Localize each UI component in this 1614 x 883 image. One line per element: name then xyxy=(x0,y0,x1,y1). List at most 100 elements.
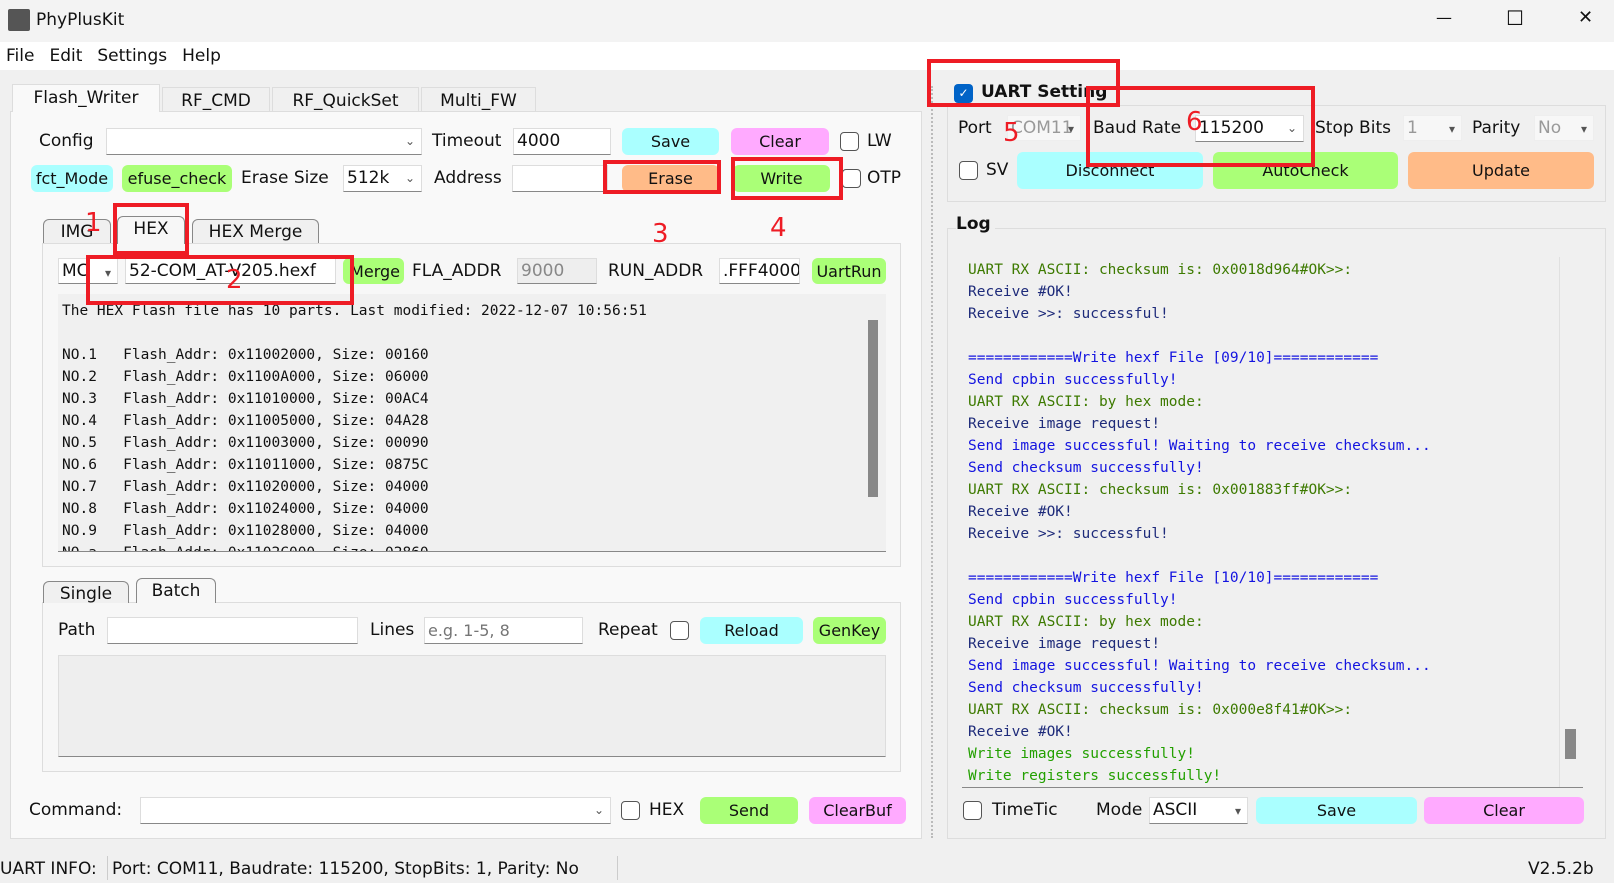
path-input[interactable] xyxy=(107,617,358,644)
lines-label: Lines xyxy=(370,620,415,640)
hex-info-line: NO.a Flash_Addr: 0x1102C000, Size: 02860 xyxy=(62,542,886,551)
menu-edit[interactable]: Edit xyxy=(49,46,82,66)
command-combo[interactable]: ⌄ xyxy=(140,797,611,824)
tab-flash-writer[interactable]: Flash_Writer xyxy=(12,84,160,112)
log-line: Send checksum successfully! xyxy=(968,460,1204,476)
save-log-button[interactable]: Save xyxy=(1256,797,1417,824)
uartrun-button[interactable]: UartRun xyxy=(812,258,886,284)
repeat-checkbox[interactable] xyxy=(670,621,689,640)
genkey-button[interactable]: GenKey xyxy=(813,617,886,644)
minimize-button[interactable]: — xyxy=(1436,8,1452,27)
timeout-label: Timeout xyxy=(432,131,502,151)
tab-multi-fw[interactable]: Multi_FW xyxy=(421,87,536,111)
clear-log-button[interactable]: Clear xyxy=(1424,797,1584,824)
hex-label: HEX xyxy=(649,800,685,820)
log-line: Receive #OK! xyxy=(968,284,1073,300)
mode-combo[interactable]: ASCII ▾ xyxy=(1149,797,1248,824)
log-textarea[interactable]: UART RX ASCII: checksum is: 0x0018d964#O… xyxy=(962,257,1583,788)
title-bar: PhyPlusKit — ☐ ✕ xyxy=(0,0,1614,42)
log-line: Send cpbin successfully! xyxy=(968,372,1178,388)
parity-combo[interactable]: No ▾ xyxy=(1534,115,1594,141)
dropdown-arrow-icon: ▾ xyxy=(1067,122,1074,136)
menu-help[interactable]: Help xyxy=(182,46,221,66)
timetic-label: TimeTic xyxy=(992,800,1058,820)
menu-settings[interactable]: Settings xyxy=(97,46,167,66)
stop-bits-combo[interactable]: 1 ▾ xyxy=(1403,115,1462,141)
version-label: V2.5.2b xyxy=(1528,859,1594,879)
subtab-single[interactable]: Single xyxy=(43,581,129,604)
send-button[interactable]: Send xyxy=(700,797,798,824)
fla-addr-input[interactable]: 9000 xyxy=(517,258,597,284)
subtab-hex-merge[interactable]: HEX Merge xyxy=(192,219,319,243)
lines-input[interactable] xyxy=(424,617,583,644)
erase-size-combo[interactable]: 512k ⌄ xyxy=(343,165,422,192)
stop-bits-label: Stop Bits xyxy=(1315,118,1391,138)
clear-config-button[interactable]: Clear xyxy=(731,128,829,155)
parity-value: No xyxy=(1538,118,1562,138)
chevron-down-icon: ⌄ xyxy=(404,134,415,148)
log-line: Receive #OK! xyxy=(968,724,1073,740)
lw-checkbox[interactable] xyxy=(840,132,859,151)
log-line: Receive >>: successful! xyxy=(968,526,1169,542)
log-title: Log xyxy=(956,211,995,238)
lw-label: LW xyxy=(867,131,892,151)
log-line: ============Write hexf File [10/10]=====… xyxy=(968,570,1379,586)
hex-checkbox[interactable] xyxy=(621,801,640,820)
save-config-button[interactable]: Save xyxy=(622,128,719,155)
timeout-input[interactable]: 4000 xyxy=(513,128,611,155)
window-title: PhyPlusKit xyxy=(36,10,125,30)
hex-info-line: NO.7 Flash_Addr: 0x11020000, Size: 04000 xyxy=(62,479,429,495)
hex-info-line: NO.9 Flash_Addr: 0x11028000, Size: 04000 xyxy=(62,523,429,539)
tab-rf-quickset[interactable]: RF_QuickSet xyxy=(272,87,419,111)
tab-rf-cmd[interactable]: RF_CMD xyxy=(162,87,270,111)
command-label: Command: xyxy=(29,800,123,820)
log-line: UART RX ASCII: checksum is: 0x000e8f41#O… xyxy=(968,702,1353,718)
log-line: Write images successfully! xyxy=(968,746,1195,762)
subtab-batch[interactable]: Batch xyxy=(136,578,216,603)
port-label: Port xyxy=(958,118,992,138)
address-input[interactable] xyxy=(512,165,608,192)
sv-checkbox[interactable] xyxy=(959,161,978,180)
batch-textarea[interactable] xyxy=(58,655,886,757)
scrollbar-track[interactable] xyxy=(1559,257,1560,787)
efuse-check-button[interactable]: efuse_check xyxy=(122,165,232,192)
log-line: Receive image request! xyxy=(968,636,1161,652)
config-combo[interactable]: ⌄ xyxy=(106,128,422,155)
hex-info-line: NO.2 Flash_Addr: 0x1100A000, Size: 06000 xyxy=(62,369,429,385)
scrollbar-thumb[interactable] xyxy=(1565,729,1576,759)
annotation-number-4: 4 xyxy=(770,213,787,243)
log-line: Send image successful! Waiting to receiv… xyxy=(968,438,1431,454)
fct-mode-button[interactable]: fct_Mode xyxy=(31,165,113,192)
hex-info-textarea[interactable]: The HEX Flash file has 10 parts. Last mo… xyxy=(58,294,886,552)
status-label: UART INFO: xyxy=(0,859,97,879)
maximize-button[interactable]: ☐ xyxy=(1506,6,1524,30)
address-label: Address xyxy=(434,168,502,188)
hex-info-line: NO.8 Flash_Addr: 0x11024000, Size: 04000 xyxy=(62,501,429,517)
dropdown-arrow-icon: ▾ xyxy=(1234,804,1241,818)
fla-addr-label: FLA_ADDR xyxy=(412,261,502,281)
log-line: UART RX ASCII: by hex mode: xyxy=(968,394,1204,410)
app-icon xyxy=(8,9,30,31)
timetic-checkbox[interactable] xyxy=(963,801,982,820)
update-button[interactable]: Update xyxy=(1408,152,1594,189)
run-addr-input[interactable]: .FFF4000 xyxy=(719,258,800,284)
reload-button[interactable]: Reload xyxy=(700,617,803,644)
hex-info-line: NO.4 Flash_Addr: 0x11005000, Size: 04A28 xyxy=(62,413,429,429)
status-divider xyxy=(617,856,618,880)
annotation-number-3: 3 xyxy=(652,219,669,249)
annotation-number-6: 6 xyxy=(1186,107,1203,137)
erase-size-value: 512k xyxy=(347,168,390,188)
log-line: Send cpbin successfully! xyxy=(968,592,1178,608)
close-button[interactable]: ✕ xyxy=(1578,7,1593,28)
clearbuf-button[interactable]: ClearBuf xyxy=(809,797,906,824)
annotation-number-2: 2 xyxy=(226,265,243,295)
splitter-handle[interactable] xyxy=(931,86,934,838)
log-line: Write registers successfully! xyxy=(968,768,1222,784)
otp-checkbox[interactable] xyxy=(842,169,861,188)
menu-file[interactable]: File xyxy=(6,46,34,66)
scrollbar-thumb[interactable] xyxy=(868,320,878,497)
hex-info-line: NO.6 Flash_Addr: 0x11011000, Size: 0875C xyxy=(62,457,429,473)
annotation-box-write xyxy=(731,157,843,200)
repeat-label: Repeat xyxy=(598,620,658,640)
